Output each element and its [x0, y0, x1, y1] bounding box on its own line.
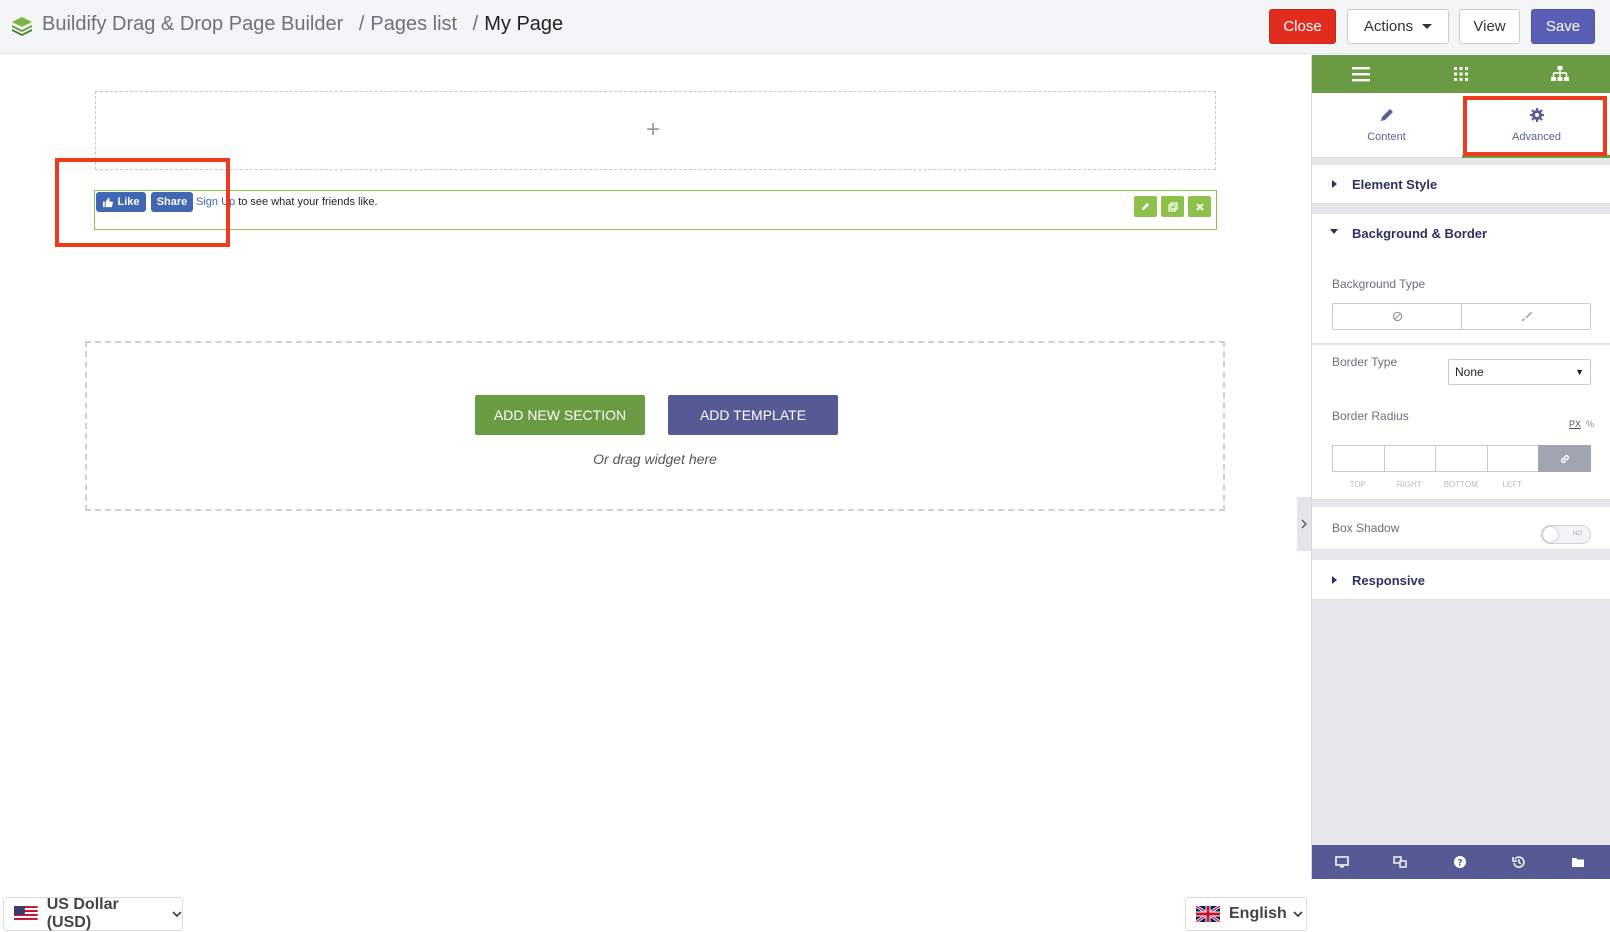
section-background-border-title: Background & Border: [1352, 226, 1488, 241]
add-template-label: ADD TEMPLATE: [699, 407, 807, 423]
tab-content-label: Content: [1367, 131, 1406, 143]
pencil-icon: [1141, 202, 1150, 211]
menu-icon[interactable]: [1351, 65, 1371, 83]
currency-value: US Dollar (USD): [46, 896, 119, 931]
background-type-control: [1332, 303, 1591, 330]
breadcrumb-separator: /: [472, 13, 479, 35]
border-type-label: Border Type: [1332, 355, 1398, 369]
highlight-box-facebook-widget: [55, 158, 230, 247]
pencil-icon: [1380, 109, 1393, 121]
breadcrumb: Buildify Drag & Drop Page Builder / Pages…: [42, 13, 563, 36]
radius-top-input[interactable]: [1332, 445, 1384, 472]
chevron-right-icon: [1301, 519, 1307, 529]
widget-edit-button[interactable]: [1134, 196, 1157, 217]
svg-text:?: ?: [1457, 859, 1462, 869]
highlight-box-advanced-tab: [1463, 96, 1607, 156]
background-type-label: Background Type: [1332, 277, 1426, 291]
radius-left-label: LEFT: [1502, 480, 1523, 489]
empty-section[interactable]: +: [95, 91, 1216, 170]
add-new-section-button[interactable]: ADD NEW SECTION: [475, 395, 645, 435]
section-responsive-title: Responsive: [1352, 573, 1425, 588]
radius-right-input[interactable]: [1383, 445, 1436, 472]
add-new-section-label: ADD NEW SECTION: [493, 407, 627, 423]
link-values-button[interactable]: [1538, 445, 1591, 472]
save-button-label: Save: [1545, 18, 1581, 35]
desktop-icon[interactable]: [1335, 855, 1349, 869]
unit-percent[interactable]: %: [1586, 419, 1594, 429]
radius-right-label: RIGHT: [1396, 480, 1422, 489]
box-shadow-label: Box Shadow: [1332, 521, 1400, 535]
facebook-like-widget[interactable]: Like Share Sign Up to see what your frie…: [94, 190, 1217, 230]
panel-header: [1312, 55, 1610, 93]
unit-px[interactable]: PX: [1569, 419, 1581, 429]
add-template-button[interactable]: ADD TEMPLATE: [668, 395, 838, 435]
radius-left-input[interactable]: [1486, 445, 1539, 472]
buildify-logo-icon: [12, 17, 32, 36]
drag-widget-hint: Or drag widget here: [593, 451, 717, 467]
widget-delete-button[interactable]: [1188, 196, 1211, 217]
radius-top-label: TOP: [1349, 480, 1366, 489]
caret-down-icon: [1422, 24, 1433, 29]
border-type-select[interactable]: None ▼: [1448, 359, 1591, 385]
toggle-knob: [1543, 527, 1558, 542]
top-bar: Buildify Drag & Drop Page Builder / Pages…: [0, 0, 1610, 54]
breadcrumb-app-title[interactable]: Buildify Drag & Drop Page Builder: [42, 13, 343, 35]
actions-dropdown-button[interactable]: Actions: [1347, 9, 1449, 44]
folder-icon[interactable]: [1571, 855, 1585, 869]
language-value: English: [1229, 905, 1287, 922]
currency-selector[interactable]: US Dollar (USD): [3, 896, 183, 931]
breadcrumb-current-page: My Page: [484, 13, 564, 35]
grid-icon[interactable]: [1451, 65, 1471, 83]
history-icon[interactable]: [1512, 855, 1526, 869]
radius-bottom-label: BOTTOM: [1443, 480, 1478, 489]
us-flag-icon: [14, 906, 38, 922]
toggle-text: NO: [1573, 531, 1582, 537]
caret-right-icon: [1332, 180, 1337, 188]
panel-collapse-handle[interactable]: [1297, 497, 1311, 551]
close-icon: [1195, 202, 1204, 211]
widget-duplicate-button[interactable]: [1161, 196, 1184, 217]
tab-content[interactable]: Content: [1312, 93, 1461, 158]
facebook-message: to see what your friends like.: [235, 196, 378, 208]
select-arrow-icon: ▼: [1575, 367, 1584, 377]
add-section-drop-zone[interactable]: ADD NEW SECTION ADD TEMPLATE Or drag wid…: [85, 341, 1225, 511]
duplicate-icon: [1167, 201, 1178, 212]
ban-icon: [1392, 311, 1402, 322]
editor-panel: Content Advanced Element Style Backgroun…: [1311, 55, 1610, 879]
close-button[interactable]: Close: [1269, 9, 1336, 44]
view-button-label: View: [1473, 18, 1506, 35]
border-type-value: None: [1455, 365, 1484, 379]
chevron-down-icon: [172, 910, 182, 917]
section-element-style-title: Element Style: [1352, 177, 1438, 192]
save-button[interactable]: Save: [1531, 9, 1595, 44]
language-selector[interactable]: English: [1185, 897, 1307, 931]
radius-bottom-input[interactable]: [1435, 445, 1487, 472]
border-radius-inputs: [1332, 445, 1591, 472]
chevron-down-icon: [1293, 910, 1303, 917]
add-element-icon[interactable]: +: [646, 116, 660, 144]
breadcrumb-pages-list[interactable]: Pages list: [370, 13, 457, 35]
border-radius-label: Border Radius: [1332, 409, 1409, 423]
view-button[interactable]: View: [1459, 9, 1520, 44]
help-icon[interactable]: ?: [1453, 855, 1467, 869]
background-type-none[interactable]: [1333, 304, 1461, 329]
link-icon: [1560, 454, 1569, 463]
box-shadow-toggle[interactable]: NO: [1541, 525, 1591, 544]
unit-switcher: PX %: [1569, 419, 1594, 429]
caret-right-icon: [1332, 576, 1337, 584]
navigator-icon[interactable]: [1550, 65, 1570, 83]
caret-down-icon: [1330, 229, 1338, 234]
breadcrumb-separator: /: [358, 13, 365, 35]
paint-brush-icon: [1521, 311, 1532, 322]
close-button-label: Close: [1283, 18, 1322, 35]
section-element-style[interactable]: Element Style: [1312, 165, 1610, 204]
background-type-classic[interactable]: [1461, 304, 1590, 329]
uk-flag-icon: [1196, 906, 1220, 922]
responsive-icon[interactable]: [1393, 855, 1407, 869]
panel-footer: ?: [1312, 845, 1610, 879]
section-responsive[interactable]: Responsive: [1312, 560, 1610, 600]
actions-button-label: Actions: [1363, 18, 1414, 35]
radius-side-labels: TOP RIGHT BOTTOM LEFT: [1332, 480, 1538, 489]
